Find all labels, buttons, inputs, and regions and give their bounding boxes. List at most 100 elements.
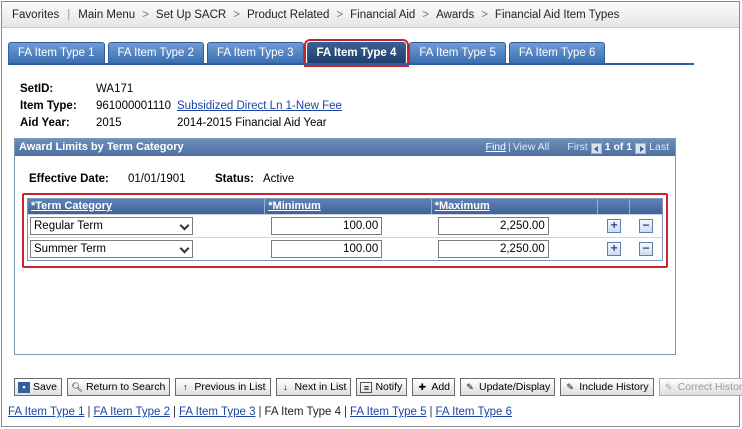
link-divider: |: [344, 406, 347, 418]
include-history-label: Include History: [579, 381, 649, 393]
term-category-value: Regular Term: [34, 220, 103, 232]
previous-label: Previous in List: [194, 381, 266, 393]
chevron-right-icon: >: [336, 8, 344, 21]
delete-row-icon[interactable]: −: [639, 219, 654, 233]
arrow-up-icon: ↑: [183, 381, 188, 392]
effective-date-value: 01/01/1901: [128, 173, 186, 185]
add-label: Add: [431, 381, 450, 393]
update-display-button[interactable]: ✎ Update/Display: [460, 378, 556, 396]
chevron-right-icon: >: [233, 8, 240, 21]
next-in-list-button[interactable]: ↓ Next in List: [275, 378, 352, 396]
tab-fa-item-type-6[interactable]: FA Item Type 6: [508, 42, 606, 63]
chevron-right-icon: >: [142, 8, 149, 21]
maximum-input[interactable]: 2,250.00: [437, 240, 549, 258]
panel-header: Award Limits by Term Category Find | Vie…: [15, 139, 675, 156]
panel-navigation: Find | View All First 1 of 1 Last: [486, 139, 669, 156]
save-button[interactable]: ▪ Save: [14, 378, 62, 396]
nav-financial-aid[interactable]: Financial Aid: [346, 9, 419, 21]
update-icon: ✎: [466, 381, 474, 392]
term-category-grid: *Term Category *Minimum *Maximum Regular…: [27, 198, 663, 261]
column-minimum[interactable]: *Minimum: [265, 199, 432, 214]
return-to-search-button[interactable]: 🔍︎ Return to Search: [66, 378, 171, 396]
column-delete: [630, 199, 662, 214]
update-label: Update/Display: [479, 381, 551, 393]
panel-title: Award Limits by Term Category: [19, 141, 184, 153]
nav-set-up-sacr[interactable]: Set Up SACR: [152, 9, 230, 21]
term-category-select[interactable]: Regular Term: [30, 217, 193, 235]
minimum-input[interactable]: 100.00: [271, 240, 383, 258]
view-all-link[interactable]: View All: [513, 139, 550, 156]
table-row: Regular Term 100.00 2,250.00 + −: [28, 214, 662, 237]
history-icon: ✎: [566, 381, 574, 392]
column-term-category[interactable]: *Term Category: [28, 199, 266, 214]
find-link[interactable]: Find: [486, 139, 506, 156]
delete-row-icon[interactable]: −: [639, 242, 654, 256]
first-label: First: [567, 141, 588, 153]
item-type-description-link[interactable]: Subsidized Direct Ln 1-New Fee: [177, 100, 342, 112]
breadcrumb-bar: Favorites | Main Menu > Set Up SACR > Pr…: [2, 2, 739, 28]
add-row-icon[interactable]: +: [607, 219, 622, 233]
nav-divider: |: [67, 8, 71, 21]
nav-main-menu[interactable]: Main Menu: [74, 9, 139, 21]
effective-date-label: Effective Date:: [29, 173, 109, 185]
page-tabs: FA Item Type 1 FA Item Type 2 FA Item Ty…: [8, 39, 608, 67]
panel-nav-divider: |: [507, 141, 511, 153]
chevron-down-icon: [179, 243, 190, 254]
tab-fa-item-type-4[interactable]: FA Item Type 4: [303, 39, 410, 67]
term-category-grid-highlight: *Term Category *Minimum *Maximum Regular…: [22, 193, 668, 268]
chevron-right-icon: >: [422, 8, 430, 21]
chevron-down-icon: [179, 220, 190, 231]
item-type-label: Item Type:: [20, 99, 77, 112]
item-type-value: 961000001110: [96, 99, 172, 112]
correct-history-label: Correct History: [677, 381, 742, 393]
tab-fa-item-type-1[interactable]: FA Item Type 1: [8, 42, 105, 63]
bottom-tab-links: FA Item Type 1 | FA Item Type 2 | FA Item Ty…: [8, 406, 512, 418]
link-fa-item-type-5[interactable]: FA Item Type 5: [350, 406, 427, 418]
next-label: Next in List: [294, 381, 347, 393]
previous-in-list-button[interactable]: ↑ Previous in List: [175, 378, 271, 396]
link-divider: |: [87, 406, 91, 418]
include-history-button[interactable]: ✎ Include History: [560, 378, 654, 396]
term-category-select[interactable]: Summer Term: [30, 240, 193, 258]
item-info: SetID: WA171 Item Type: 961000001110 Sub…: [20, 80, 342, 131]
table-row: Summer Term 100.00 2,250.00 + −: [28, 237, 662, 260]
status-label: Status:: [215, 173, 254, 185]
arrow-down-icon: ↓: [283, 381, 288, 392]
tab-fa-item-type-2[interactable]: FA Item Type 2: [107, 42, 204, 63]
aid-year-description: 2014-2015 Financial Aid Year: [177, 116, 327, 129]
minimum-input[interactable]: 100.00: [271, 217, 383, 235]
last-label: Last: [649, 141, 669, 153]
action-toolbar: ▪ Save 🔍︎ Return to Search ↑ Previous in Li…: [14, 375, 742, 399]
term-category-value: Summer Term: [34, 243, 106, 255]
save-label: Save: [33, 381, 57, 393]
link-fa-item-type-1[interactable]: FA Item Type 1: [8, 406, 85, 418]
previous-row-icon[interactable]: [590, 143, 602, 154]
setid-label: SetID:: [20, 82, 54, 95]
notify-button[interactable]: ≡ Notify: [356, 378, 408, 396]
notify-icon: ≡: [360, 381, 373, 393]
nav-awards[interactable]: Awards: [432, 9, 478, 21]
status-value: Active: [263, 173, 295, 185]
add-row-icon[interactable]: +: [607, 242, 622, 256]
return-label: Return to Search: [85, 381, 166, 393]
tab-fa-item-type-5[interactable]: FA Item Type 5: [409, 42, 506, 63]
nav-product-related[interactable]: Product Related: [243, 9, 333, 21]
nav-favorites[interactable]: Favorites: [8, 9, 63, 21]
next-row-icon[interactable]: [635, 143, 647, 154]
tab-fa-item-type-3[interactable]: FA Item Type 3: [207, 42, 304, 63]
add-icon: ✚: [418, 381, 427, 392]
column-maximum[interactable]: *Maximum: [432, 199, 599, 214]
grid-header: *Term Category *Minimum *Maximum: [28, 199, 662, 214]
link-fa-item-type-3[interactable]: FA Item Type 3: [179, 406, 256, 418]
link-fa-item-type-6[interactable]: FA Item Type 6: [436, 406, 513, 418]
link-divider: |: [429, 406, 433, 418]
link-fa-item-type-2[interactable]: FA Item Type 2: [94, 406, 171, 418]
maximum-input[interactable]: 2,250.00: [437, 217, 549, 235]
notify-label: Notify: [375, 381, 403, 393]
search-icon: 🔍︎: [71, 381, 83, 392]
nav-financial-aid-item-types[interactable]: Financial Aid Item Types: [491, 9, 623, 21]
award-limits-panel: Award Limits by Term Category Find | Vie…: [14, 138, 676, 355]
add-button[interactable]: ✚ Add: [412, 378, 455, 396]
tab-underline: [8, 63, 694, 65]
correct-history-button[interactable]: ✎ Correct History: [658, 378, 742, 396]
